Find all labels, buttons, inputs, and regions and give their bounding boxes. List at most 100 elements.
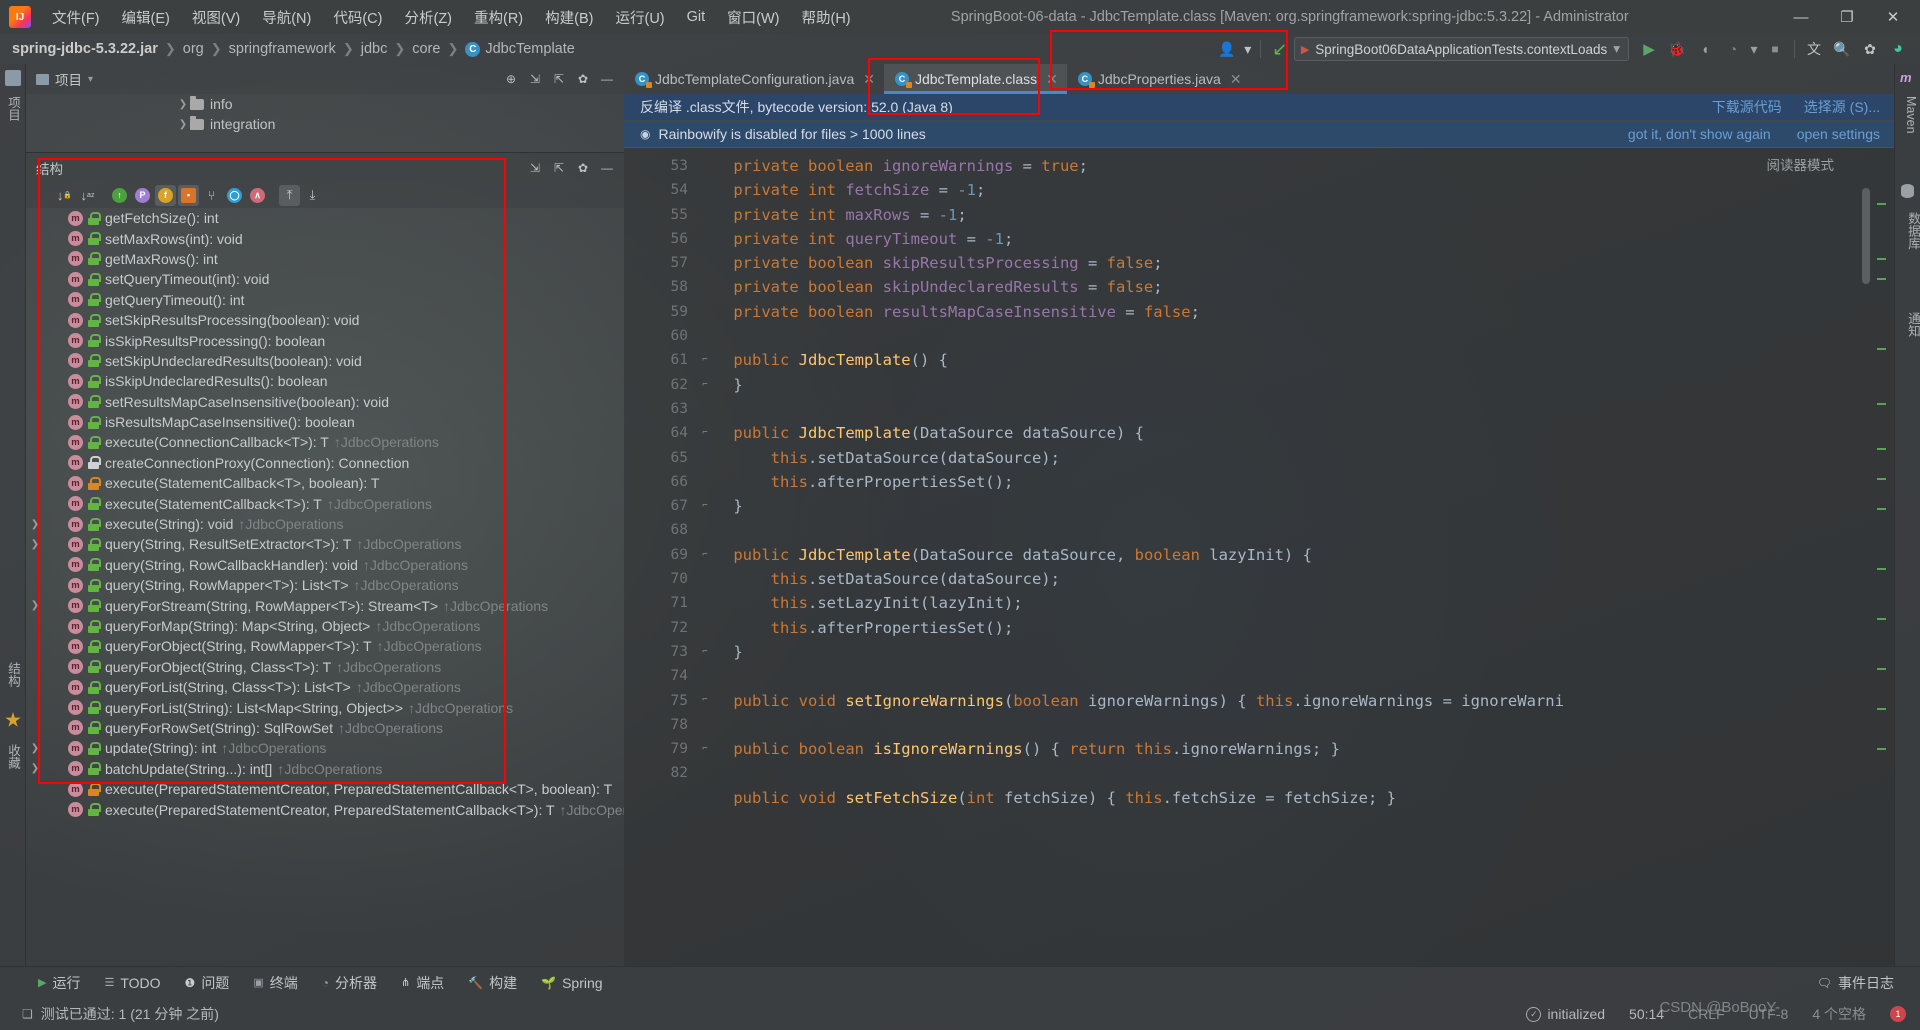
breadcrumb-springframework[interactable]: springframework bbox=[229, 41, 336, 57]
file-encoding[interactable]: UTF-8 bbox=[1749, 1006, 1789, 1022]
structure-member-row[interactable]: m setMaxRows(int): void bbox=[26, 228, 624, 248]
show-overrides-icon[interactable]: ∧ bbox=[247, 185, 268, 206]
menu-navigate[interactable]: 导航(N) bbox=[251, 3, 322, 32]
line-separator[interactable]: CRLF bbox=[1688, 1006, 1725, 1022]
structure-member-row[interactable]: m queryForList(String): List<Map<String, … bbox=[26, 697, 624, 717]
sort-alphabetically-icon[interactable]: ↓ az bbox=[77, 185, 98, 206]
collapse-all-button[interactable]: ⇱ bbox=[548, 68, 570, 90]
code-line[interactable]: this.afterPropertiesSet(); bbox=[696, 470, 1894, 494]
rail-tab-notifications[interactable]: 通知 bbox=[1899, 304, 1920, 345]
code-line[interactable]: public void setFetchSize(int fetchSize) … bbox=[696, 786, 1894, 810]
structure-member-row[interactable]: m setResultsMapCaseInsensitive(boolean): … bbox=[26, 392, 624, 412]
line-number[interactable]: 58 bbox=[624, 275, 696, 299]
structure-member-row[interactable]: m setSkipUndeclaredResults(boolean): void bbox=[26, 351, 624, 371]
line-number[interactable] bbox=[624, 786, 696, 810]
structure-member-row[interactable]: m getFetchSize(): int bbox=[26, 208, 624, 228]
toolwindow-run[interactable]: ▶ 运行 bbox=[26, 970, 92, 996]
chevron-down-icon[interactable]: ▾ bbox=[88, 74, 93, 85]
close-tab-icon[interactable]: ✕ bbox=[863, 71, 875, 88]
toolwindow-spring[interactable]: 🌱 Spring bbox=[529, 972, 614, 994]
search-icon[interactable]: 🔍 bbox=[1828, 36, 1856, 62]
code-line[interactable] bbox=[696, 324, 1894, 348]
debug-button[interactable]: 🐞 bbox=[1663, 36, 1691, 62]
line-number[interactable]: 74 bbox=[624, 664, 696, 688]
profile-button[interactable]: ◔ bbox=[1719, 36, 1747, 62]
code-line[interactable] bbox=[696, 664, 1894, 688]
structure-member-row[interactable]: m isResultsMapCaseInsensitive(): boolean bbox=[26, 412, 624, 432]
close-tab-icon[interactable]: ✕ bbox=[1046, 71, 1058, 88]
toolwindow-problems[interactable]: ❶ 问题 bbox=[173, 970, 242, 996]
rail-tab-favorites[interactable]: 收藏 bbox=[0, 736, 28, 777]
line-number[interactable]: 66 bbox=[624, 470, 696, 494]
structure-member-row[interactable]: m query(String, RowMapper<T>): List<T> ↑Jd… bbox=[26, 575, 624, 595]
chevron-right-icon[interactable]: ❯ bbox=[28, 519, 42, 530]
structure-member-row[interactable]: m getQueryTimeout(): int bbox=[26, 290, 624, 310]
code-line[interactable]: this.afterPropertiesSet(); bbox=[696, 616, 1894, 640]
menu-help[interactable]: 帮助(H) bbox=[791, 3, 862, 32]
user-chevron-down-icon[interactable]: ▾ bbox=[1241, 36, 1255, 62]
line-number[interactable]: 78 bbox=[624, 713, 696, 737]
chevron-right-icon[interactable]: ❯ bbox=[176, 119, 190, 130]
pane-settings-gear-icon[interactable]: ✿ bbox=[572, 157, 594, 179]
code-line[interactable]: private int fetchSize = -1; bbox=[696, 178, 1894, 202]
line-number[interactable]: 72 bbox=[624, 616, 696, 640]
project-panel-icon[interactable] bbox=[5, 70, 21, 86]
sort-by-visibility-icon[interactable]: ↓ 🔒 bbox=[54, 185, 75, 206]
code-line[interactable]: this.setDataSource(dataSource); bbox=[696, 446, 1894, 470]
open-settings-link[interactable]: open settings bbox=[1797, 126, 1880, 142]
run-configuration-selector[interactable]: ▶ SpringBoot06DataApplicationTests.conte… bbox=[1293, 37, 1629, 61]
code-line[interactable]: } bbox=[696, 640, 1894, 664]
code-line[interactable] bbox=[696, 761, 1894, 785]
locate-button[interactable]: ⊕ bbox=[500, 68, 522, 90]
editor-tab-jdbctemplateconfiguration[interactable]: C JdbcTemplateConfiguration.java ✕ bbox=[624, 64, 884, 94]
collapse-all-icon[interactable]: ⤓ bbox=[302, 185, 323, 206]
line-number[interactable]: 70 bbox=[624, 567, 696, 591]
structure-member-row[interactable]: m isSkipResultsProcessing(): boolean bbox=[26, 330, 624, 350]
line-number[interactable]: 79 ⌐ bbox=[624, 737, 708, 761]
structure-member-row[interactable]: ❯ m update(String): int ↑JdbcOperations bbox=[26, 738, 624, 758]
line-number[interactable]: 65 bbox=[624, 446, 696, 470]
vcs-update-icon[interactable]: ↙ bbox=[1266, 36, 1294, 62]
line-number[interactable]: 61 ⌐ bbox=[624, 348, 708, 372]
code-line[interactable]: this.setLazyInit(lazyInit); bbox=[696, 591, 1894, 615]
close-button[interactable]: ✕ bbox=[1870, 0, 1916, 34]
structure-member-row[interactable]: ❯ m batchUpdate(String...): int[] ↑JdbcOper… bbox=[26, 759, 624, 779]
structure-member-list[interactable]: m getFetchSize(): int m setMaxRows(int): vo… bbox=[26, 208, 624, 966]
download-sources-link[interactable]: 下载源代码 bbox=[1712, 97, 1782, 117]
show-properties-icon[interactable]: P bbox=[132, 185, 153, 206]
line-number[interactable]: 75 ⌐ bbox=[624, 689, 708, 713]
editor-tab-jdbctemplate-class[interactable]: C JdbcTemplate.class ✕ bbox=[883, 64, 1067, 94]
menu-window[interactable]: 窗口(W) bbox=[716, 3, 790, 32]
line-number[interactable]: 56 bbox=[624, 227, 696, 251]
structure-member-row[interactable]: m execute(ConnectionCallback<T>): T ↑JdbcO… bbox=[26, 432, 624, 452]
code-editor[interactable]: 53 54 55 56 57 58 59 60 61 ⌐ 62 ⌐ 63 64 ⌐ 65 66 67 ⌐ 68 69 ⌐ 7… bbox=[624, 148, 1894, 966]
structure-member-row[interactable]: m setQueryTimeout(int): void bbox=[26, 269, 624, 289]
notification-badge[interactable]: 1 bbox=[1890, 1006, 1906, 1022]
breadcrumb-core[interactable]: core bbox=[412, 41, 440, 57]
line-number[interactable]: 64 ⌐ bbox=[624, 421, 708, 445]
code-line[interactable]: this.setDataSource(dataSource); bbox=[696, 567, 1894, 591]
structure-member-row[interactable]: m setSkipResultsProcessing(boolean): void bbox=[26, 310, 624, 330]
line-number[interactable]: 60 bbox=[624, 324, 696, 348]
menu-build[interactable]: 构建(B) bbox=[534, 3, 604, 32]
avatar[interactable]: ◕ bbox=[1884, 36, 1912, 62]
structure-member-row[interactable]: ❯ m queryForStream(String, RowMapper<T>): … bbox=[26, 595, 624, 615]
event-log-button[interactable]: 🗨 事件日志 bbox=[1805, 970, 1906, 996]
code-line[interactable]: } bbox=[696, 494, 1894, 518]
breadcrumb-jar[interactable]: spring-jdbc-5.3.22.jar bbox=[12, 41, 158, 57]
code-line[interactable]: public JdbcTemplate() { bbox=[696, 348, 1894, 372]
line-number[interactable]: 82 bbox=[624, 761, 696, 785]
menu-analyze[interactable]: 分析(Z) bbox=[393, 3, 463, 32]
line-number[interactable]: 55 bbox=[624, 203, 696, 227]
stop-button[interactable]: ■ bbox=[1761, 36, 1789, 62]
editor-tab-jdbcproperties[interactable]: C JdbcProperties.java ✕ bbox=[1067, 64, 1251, 94]
menu-file[interactable]: 文件(F) bbox=[41, 3, 111, 32]
line-number[interactable]: 69 ⌐ bbox=[624, 543, 708, 567]
structure-member-row[interactable]: m queryForMap(String): Map<String, Object… bbox=[26, 616, 624, 636]
line-number[interactable]: 73 ⌐ bbox=[624, 640, 708, 664]
reader-mode-label[interactable]: 阅读器模式 bbox=[1767, 154, 1835, 174]
menu-git[interactable]: Git bbox=[676, 5, 717, 29]
show-anonymous-icon[interactable]: ⑂ bbox=[201, 185, 222, 206]
menu-code[interactable]: 代码(C) bbox=[322, 3, 393, 32]
menu-run[interactable]: 运行(U) bbox=[604, 3, 675, 32]
